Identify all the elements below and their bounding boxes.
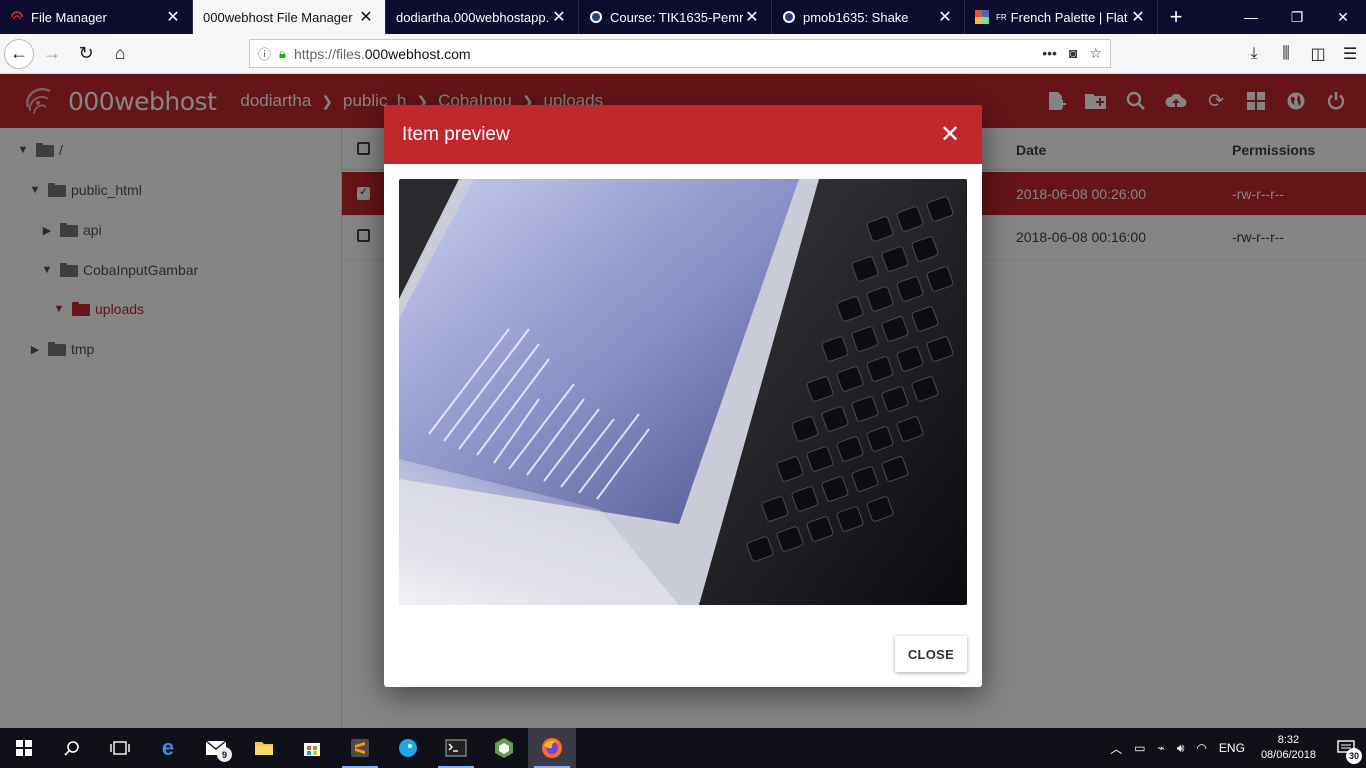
download-icon[interactable]: ⤓ [1238,38,1270,70]
firefox-icon[interactable] [528,728,576,768]
tab-close-icon[interactable]: ✕ [164,7,182,27]
sublime-text-icon[interactable] [336,728,384,768]
sidebar-icon[interactable]: ◫ [1302,38,1334,70]
store-icon[interactable] [288,728,336,768]
close-button[interactable]: CLOSE [895,636,967,672]
tab-title: pmob1635: Shake [803,9,909,25]
tab-course[interactable]: Course: TIK1635-Pemrog ✕ [579,0,772,34]
reload-icon[interactable]: ↻ [70,38,102,70]
clock-date: 08/06/2018 [1260,749,1316,761]
clock[interactable]: 8:32 08/06/2018 [1251,733,1326,763]
preview-image [399,179,967,605]
bird-app-icon[interactable] [384,728,432,768]
action-center-icon[interactable]: 30 [1326,740,1366,764]
minimize-button[interactable]: — [1228,0,1274,34]
dialog-header: Item preview ✕ [384,105,982,164]
fr-flag-label: FR [996,12,1007,22]
course-icon [589,10,603,24]
tab-pmob1635[interactable]: pmob1635: Shake ✕ [772,0,965,34]
tab-title: Course: TIK1635-Pemrog [610,9,743,25]
url-prefix: https://files. [293,45,365,62]
browser-nav-bar: ← → ↻ ⌂ ⓘ 🔒︎ https://files. 000webhost.co… [0,34,1366,74]
task-view-icon[interactable] [96,728,144,768]
mail-badge: 9 [217,747,232,762]
url-domain: 000webhost.com [364,45,471,62]
file-explorer-icon[interactable] [240,728,288,768]
battery-icon[interactable]: ▭ [1128,741,1151,755]
palette-icon [975,10,989,24]
tab-close-icon[interactable]: ✕ [743,7,761,27]
search-icon[interactable] [48,728,96,768]
webhost-swirl-icon [10,10,24,24]
notification-count: 30 [1346,748,1362,764]
node-icon[interactable] [480,728,528,768]
maximize-button[interactable]: ❐ [1274,0,1320,34]
tab-title: dodiartha.000webhostapp.co [396,9,550,25]
url-bar[interactable]: ⓘ 🔒︎ https://files. 000webhost.com ••• ◙ … [249,39,1111,68]
mail-icon[interactable]: 9 [192,728,240,768]
tab-title: 000webhost File Manager [203,9,353,25]
windows-taskbar: e 9 ︿ ▭ ⌁ 🔊︎ ◠ ENG 8:32 08/06/2018 30 [0,728,1366,768]
tab-close-icon[interactable]: ✕ [357,7,375,27]
system-tray: ︿ ▭ ⌁ 🔊︎ ◠ ENG 8:32 08/06/2018 30 [1104,728,1366,768]
lock-icon: 🔒︎ [279,45,286,61]
terminal-icon[interactable] [432,728,480,768]
tab-french-palette[interactable]: FR French Palette | Flat UI ✕ [965,0,1158,34]
edge-browser-icon[interactable]: e [144,728,192,768]
tab-dodiartha[interactable]: dodiartha.000webhostapp.co ✕ [386,0,579,34]
browser-tab-bar: File Manager ✕ 000webhost File Manager ✕… [0,0,1366,34]
nav-right-toolbar: ⤓ ⫼ ◫ ☰ [1238,34,1366,74]
volume-icon[interactable]: 🔊︎ [1171,741,1191,756]
tab-title: French Palette | Flat UI [1010,9,1129,25]
course-icon [782,10,796,24]
bookmark-star-icon[interactable]: ☆ [1089,45,1102,62]
tab-close-icon[interactable]: ✕ [1129,7,1147,27]
clock-time: 8:32 [1277,734,1300,746]
tab-close-icon[interactable]: ✕ [936,7,954,27]
network-icon[interactable]: ⌁ [1152,741,1171,755]
dialog-title: Item preview [402,123,510,145]
wifi-icon[interactable]: ◠ [1190,741,1212,755]
close-icon[interactable]: ✕ [936,120,964,149]
back-arrow-icon[interactable]: ← [4,38,34,69]
chevron-up-icon[interactable]: ︿ [1104,740,1128,757]
url-actions: ••• ◙ ☆ [1042,45,1110,62]
laptop-photo [399,179,967,605]
library-icon[interactable]: ⫼ [1270,38,1302,70]
forward-arrow-icon[interactable]: → [36,38,68,70]
info-icon[interactable]: ⓘ [258,44,271,63]
dialog-footer: CLOSE [895,636,967,672]
window-close-button[interactable]: ✕ [1320,0,1366,34]
home-icon[interactable]: ⌂ [104,38,136,70]
window-controls: — ❐ ✕ [1228,0,1366,34]
tab-file-manager[interactable]: File Manager ✕ [0,0,193,34]
tab-title: File Manager [31,9,107,25]
new-tab-button[interactable]: + [1158,0,1194,34]
windows-start-icon[interactable] [0,728,48,768]
tab-close-icon[interactable]: ✕ [550,7,568,27]
pocket-icon[interactable]: ◙ [1069,45,1077,62]
page-actions-icon[interactable]: ••• [1042,45,1057,62]
item-preview-dialog: Item preview ✕ CLOSE [384,105,982,687]
language-indicator[interactable]: ENG [1213,741,1251,755]
menu-icon[interactable]: ☰ [1334,38,1366,70]
tab-000webhost-file-manager[interactable]: 000webhost File Manager ✕ [193,0,386,34]
